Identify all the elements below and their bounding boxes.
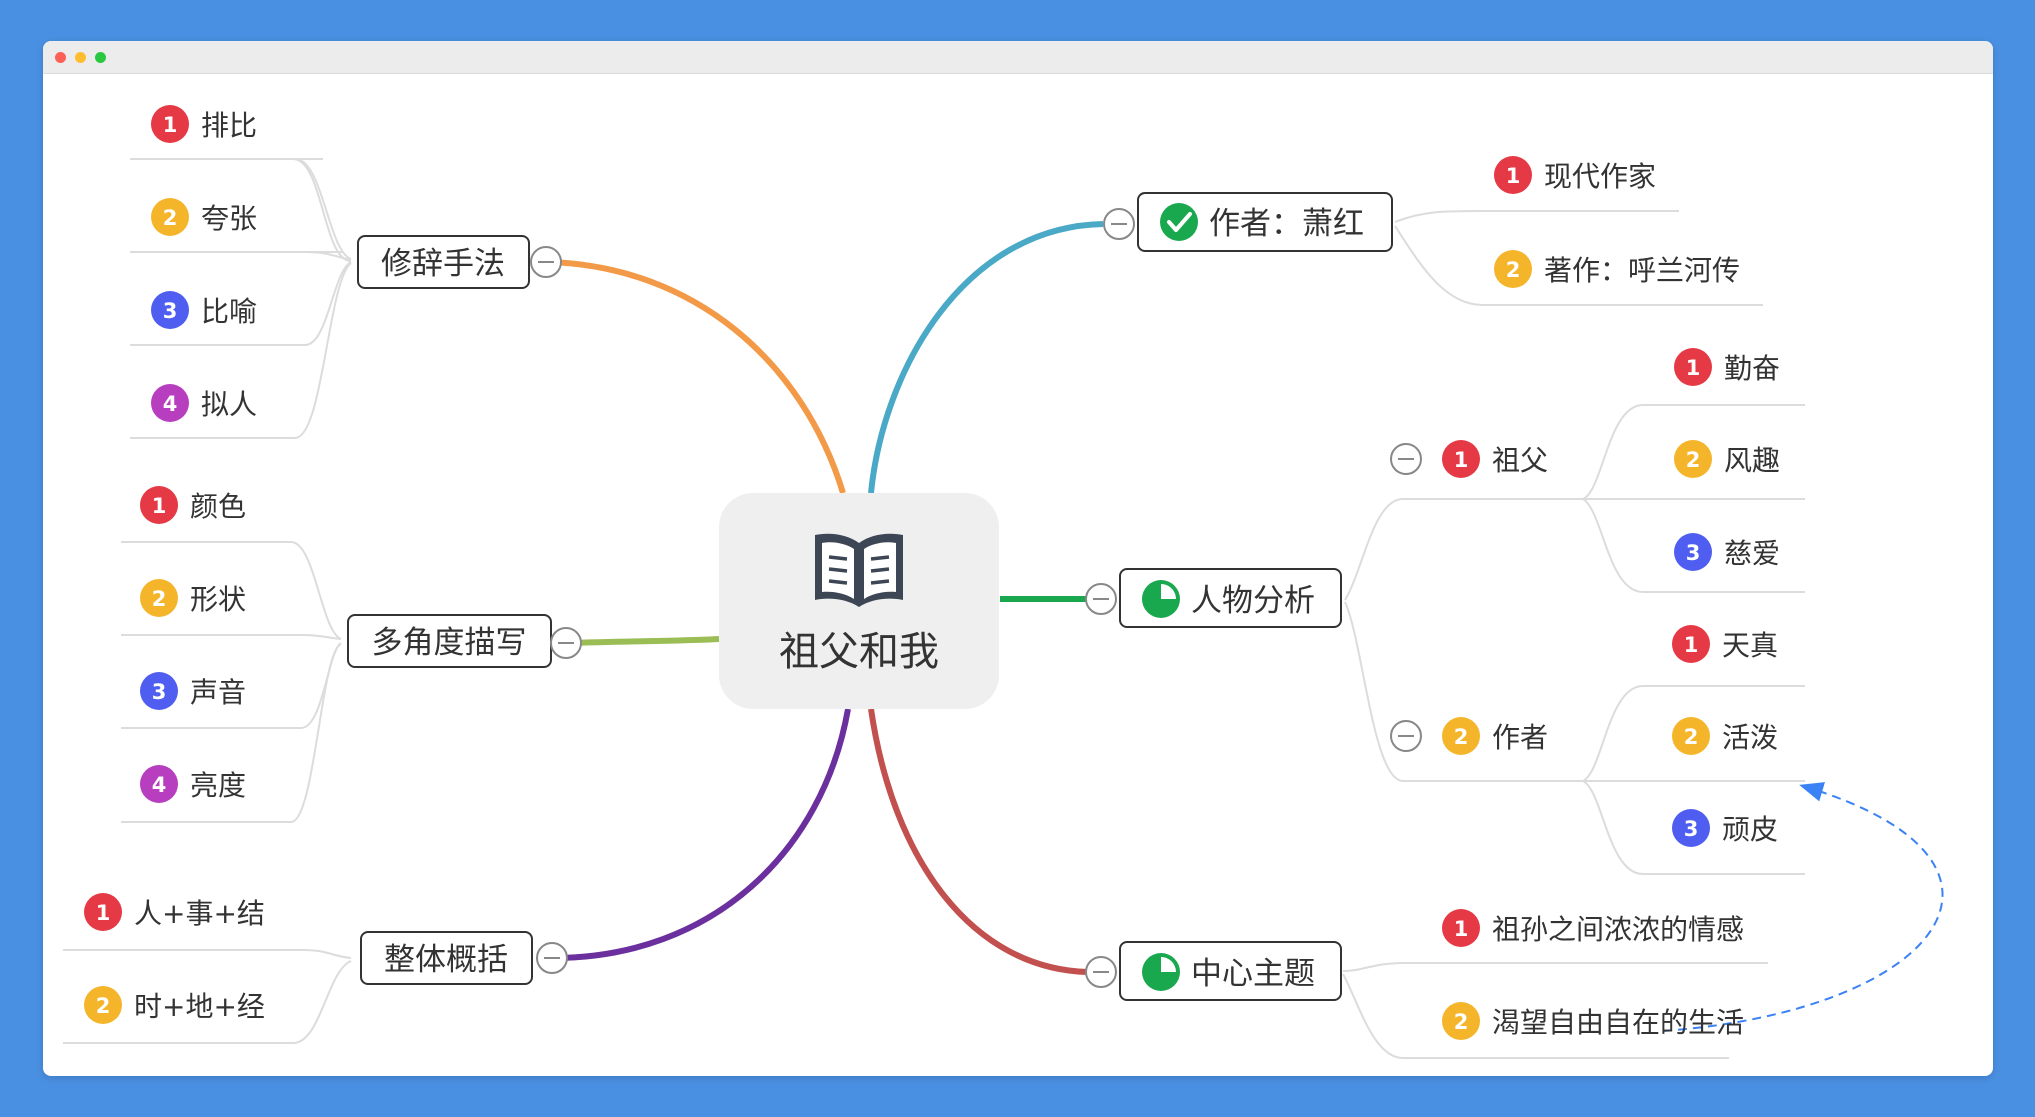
leaf-label: 声音 xyxy=(190,676,246,709)
leaf-label: 著作：呼兰河传 xyxy=(1544,254,1740,287)
number-badge-label: 1 xyxy=(1506,164,1521,188)
leaf-label: 勤奋 xyxy=(1724,352,1780,385)
leaf-item[interactable]: 2 风趣 xyxy=(1674,440,1780,478)
leaf-item[interactable]: 1 排比 xyxy=(151,105,257,143)
number-badge-label: 3 xyxy=(1684,817,1699,841)
mindmap-canvas: 祖父和我 修辞手法 多角度描写 整体概括 作者：萧红 人物分析 中心主题 1 祖… xyxy=(63,105,1944,1059)
leaf-item[interactable]: 1 祖孙之间浓浓的情感 xyxy=(1442,909,1744,947)
leaf-item[interactable]: 3 顽皮 xyxy=(1672,809,1778,847)
number-badge-label: 2 xyxy=(96,994,111,1018)
summary-label: 整体概括 xyxy=(384,942,508,978)
leaf-item[interactable]: 4 拟人 xyxy=(151,384,257,422)
leaf-item[interactable]: 3 比喻 xyxy=(151,291,257,329)
number-badge-label: 3 xyxy=(163,299,178,323)
grandfather-label: 祖父 xyxy=(1492,444,1548,477)
leaf-item[interactable]: 2 著作：呼兰河传 xyxy=(1494,250,1740,288)
leaf-label: 活泼 xyxy=(1722,721,1778,754)
number-badge-label: 2 xyxy=(1684,725,1699,749)
leaf-label: 排比 xyxy=(201,109,257,142)
number-badge-label: 1 xyxy=(1686,356,1701,380)
leaf-item[interactable]: 2 活泼 xyxy=(1672,717,1778,755)
leaf-item[interactable]: 2 时+地+经 xyxy=(84,986,265,1024)
number-badge-label: 2 xyxy=(1454,1010,1469,1034)
number-badge-label: 2 xyxy=(163,206,178,230)
characters-label: 人物分析 xyxy=(1191,583,1315,619)
number-badge-label: 1 xyxy=(96,901,111,925)
rhetoric-label: 修辞手法 xyxy=(381,246,505,282)
description-node[interactable]: 多角度描写 xyxy=(347,614,552,668)
leaf-label: 时+地+经 xyxy=(134,990,265,1023)
number-badge-label: 1 xyxy=(163,113,178,137)
description-label: 多角度描写 xyxy=(372,625,527,661)
leaf-label: 现代作家 xyxy=(1544,160,1656,193)
theme-branch-line xyxy=(868,708,1089,975)
grandfather-node[interactable]: 1 祖父 xyxy=(1442,440,1548,478)
leaf-item[interactable]: 1 颜色 xyxy=(140,486,246,524)
leaf-item[interactable]: 1 勤奋 xyxy=(1674,348,1780,386)
svg-text:2: 2 xyxy=(1454,725,1469,749)
summary-node[interactable]: 整体概括 xyxy=(360,931,533,985)
center-title: 祖父和我 xyxy=(779,629,939,675)
leaf-label: 渴望自由自在的生活 xyxy=(1492,1006,1744,1039)
grandfather-collapse-button[interactable] xyxy=(1390,443,1422,475)
theme-collapse-button[interactable] xyxy=(1085,956,1117,988)
author-collapse-button[interactable] xyxy=(1103,208,1135,240)
number-badge-label: 2 xyxy=(1506,258,1521,282)
app-window: 祖父和我 修辞手法 多角度描写 整体概括 作者：萧红 人物分析 中心主题 1 祖… xyxy=(43,41,1993,1076)
rhetoric-branch-line xyxy=(547,259,846,494)
leaf-label: 比喻 xyxy=(201,295,257,328)
leaf-item[interactable]: 1 天真 xyxy=(1672,625,1778,663)
author-label: 作者：萧红 xyxy=(1209,206,1364,242)
writer-node[interactable]: 2 作者 xyxy=(1442,717,1548,755)
leaf-item[interactable]: 2 渴望自由自在的生活 xyxy=(1442,1002,1744,1040)
leaf-label: 天真 xyxy=(1722,629,1778,662)
number-badge-label: 1 xyxy=(1454,917,1469,941)
characters-collapse-button[interactable] xyxy=(1085,583,1117,615)
summary-branch-line xyxy=(552,708,851,961)
number-badge-label: 2 xyxy=(1686,448,1701,472)
author-node[interactable]: 作者：萧红 xyxy=(1137,192,1393,252)
center-node[interactable]: 祖父和我 xyxy=(719,493,999,709)
number-badge-label: 3 xyxy=(152,680,167,704)
leaf-label: 亮度 xyxy=(190,769,246,802)
leaf-item[interactable]: 3 慈爱 xyxy=(1674,533,1780,571)
leaf-item[interactable]: 1 现代作家 xyxy=(1494,156,1656,194)
check-icon xyxy=(1160,203,1198,241)
leaf-label: 夸张 xyxy=(201,202,257,235)
number-badge-label: 4 xyxy=(163,392,178,416)
theme-node[interactable]: 中心主题 xyxy=(1119,941,1342,1001)
leaf-label: 人+事+结 xyxy=(134,897,265,930)
leaf-item[interactable]: 1 人+事+结 xyxy=(84,893,265,931)
description-collapse-button[interactable] xyxy=(550,627,582,659)
leaf-item[interactable]: 2 形状 xyxy=(140,579,246,617)
characters-node[interactable]: 人物分析 xyxy=(1119,568,1342,628)
author-branch-line xyxy=(868,221,1104,494)
rhetoric-node[interactable]: 修辞手法 xyxy=(357,235,530,289)
leaf-label: 颜色 xyxy=(190,490,246,523)
rhetoric-collapse-button[interactable] xyxy=(530,246,562,278)
leaf-item[interactable]: 3 声音 xyxy=(140,672,246,710)
theme-label: 中心主题 xyxy=(1191,956,1315,992)
writer-collapse-button[interactable] xyxy=(1390,720,1422,752)
leaf-label: 顽皮 xyxy=(1722,813,1778,846)
leaf-item[interactable]: 4 亮度 xyxy=(140,765,246,803)
number-badge-label: 1 xyxy=(152,494,167,518)
number-badge-label: 3 xyxy=(1686,541,1701,565)
progress-pie-icon xyxy=(1142,953,1180,991)
book-icon xyxy=(815,533,903,607)
leaf-item[interactable]: 2 夸张 xyxy=(151,198,257,236)
leaf-label: 祖孙之间浓浓的情感 xyxy=(1492,913,1744,946)
description-branch-line xyxy=(567,636,720,646)
summary-collapse-button[interactable] xyxy=(536,942,568,974)
svg-text:1: 1 xyxy=(1454,448,1469,472)
number-badge-label: 2 xyxy=(152,587,167,611)
number-badge-label: 4 xyxy=(152,773,167,797)
leaf-label: 拟人 xyxy=(201,388,257,421)
number-badge-label: 1 xyxy=(1684,633,1699,657)
leaf-label: 风趣 xyxy=(1724,444,1780,477)
progress-pie-icon xyxy=(1142,580,1180,618)
leaf-label: 形状 xyxy=(190,583,246,616)
writer-label: 作者 xyxy=(1492,721,1548,754)
leaf-label: 慈爱 xyxy=(1724,537,1780,570)
